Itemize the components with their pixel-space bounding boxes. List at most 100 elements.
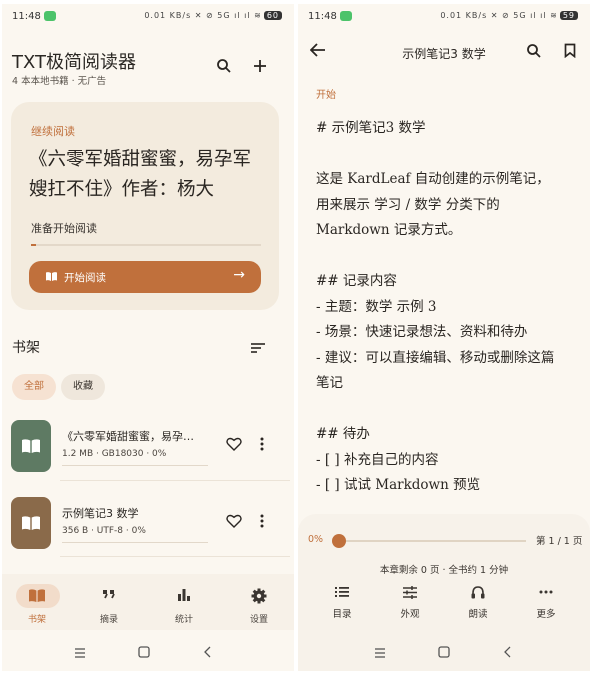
- tool-label: 更多: [536, 609, 556, 620]
- bar-chart-icon: [149, 588, 219, 601]
- content-line: - [ ] 补充自己的内容: [316, 451, 439, 468]
- more-vertical-icon[interactable]: [259, 513, 265, 532]
- nav-item-bookshelf[interactable]: 书架: [2, 574, 72, 630]
- reader-screen: 11:48 0.01 KB/s ✕ ⊘ 5G ıl ıl ≋ 59 示例笔记3 数…: [298, 4, 590, 671]
- bookmark-icon[interactable]: [564, 43, 576, 62]
- content-line: Markdown 记录方式。: [316, 222, 462, 238]
- progress-slider-track[interactable]: [336, 540, 526, 542]
- content-line: ## 记录内容: [316, 273, 397, 289]
- arrow-right-icon: →: [233, 267, 245, 283]
- book-title: 示例笔记3 数学: [62, 507, 139, 520]
- sliders-icon: [380, 586, 440, 599]
- start-reading-label: 开始阅读: [64, 272, 106, 284]
- book-progress-line: [62, 465, 208, 466]
- gear-icon: [224, 588, 294, 604]
- reader-content[interactable]: # 示例笔记3 数学这是 KardLeaf 自动创建的示例笔记， 用来展示 学习 …: [316, 116, 578, 499]
- list-divider: [60, 556, 290, 557]
- status-icons: 0.01 KB/s ✕ ⊘ 5G ıl ıl ≋ 59: [440, 11, 578, 20]
- book-cover: [11, 420, 51, 472]
- content-line: - 场景：快速记录想法、资料和待办: [316, 324, 528, 340]
- book-open-icon: [2, 588, 72, 603]
- bottom-navigation: 书架 摘录 统计 设置: [2, 574, 294, 630]
- continue-book-title: 《六零军婚甜蜜蜜，易孕军嫂扛不住》作者：杨大: [29, 149, 252, 200]
- toc-button[interactable]: 目录: [312, 582, 372, 622]
- reading-status: 准备开始阅读: [31, 222, 97, 235]
- nav-label: 统计: [174, 615, 193, 625]
- system-navigation-bar: [2, 636, 294, 666]
- progress-percent: 0%: [308, 534, 324, 545]
- favorite-heart-icon[interactable]: [226, 513, 242, 532]
- reading-progress-bar: [31, 244, 261, 246]
- chat-notification-icon: [340, 11, 352, 21]
- search-icon[interactable]: [526, 43, 542, 63]
- nav-label: 设置: [249, 615, 268, 625]
- content-line: [316, 142, 578, 168]
- remaining-info: 本章剩余 0 页 · 全书约 1 分钟: [379, 565, 509, 576]
- status-bar: 11:48 0.01 KB/s ✕ ⊘ 5G ıl ıl ≋ 59: [298, 4, 590, 28]
- app-title: TXT极简阅读器: [12, 52, 137, 73]
- home-icon[interactable]: [438, 643, 450, 662]
- home-icon[interactable]: [138, 643, 150, 662]
- app-subtitle: 4 本本地书籍 · 无广告: [12, 76, 107, 87]
- continue-reading-label: 继续阅读: [31, 125, 75, 138]
- battery-icon: 60: [263, 11, 282, 20]
- book-meta: 356 B · UTF-8 · 0%: [62, 526, 146, 536]
- search-icon[interactable]: [214, 56, 234, 76]
- nav-label: 摘录: [99, 615, 118, 625]
- tool-label: 朗读: [468, 609, 488, 620]
- chat-notification-icon: [44, 11, 56, 21]
- page-indicator: 第 1 / 1 页: [536, 536, 583, 547]
- menu-icon[interactable]: [374, 643, 386, 662]
- book-open-icon: [45, 271, 58, 285]
- more-horizontal-icon: [516, 586, 576, 598]
- progress-slider-thumb[interactable]: [332, 534, 346, 548]
- nav-item-excerpts[interactable]: 摘录: [74, 574, 144, 630]
- system-navigation-bar: [298, 636, 590, 666]
- favorite-heart-icon[interactable]: [226, 436, 242, 455]
- add-icon[interactable]: [250, 56, 270, 76]
- book-open-icon: [22, 516, 40, 530]
- content-line: - [ ] 试试 Markdown 预览: [316, 477, 481, 493]
- status-network-icons: 0.01 KB/s ✕ ⊘ 5G ıl ıl ≋: [440, 11, 558, 20]
- bookshelf-screen: 11:48 0.01 KB/s ✕ ⊘ 5G ıl ıl ≋ 60 TXT极简阅读…: [2, 4, 294, 671]
- content-line: # 示例笔记3 数学: [316, 120, 426, 136]
- read-aloud-button[interactable]: 朗读: [448, 582, 508, 622]
- start-reading-button[interactable]: 开始阅读 →: [29, 261, 261, 293]
- status-icons: 0.01 KB/s ✕ ⊘ 5G ıl ıl ≋ 60: [144, 11, 282, 20]
- back-icon[interactable]: [203, 643, 211, 662]
- book-meta: 1.2 MB · GB18030 · 0%: [62, 449, 167, 459]
- content-line: 用来展示 学习 / 数学 分类下的: [316, 196, 500, 213]
- book-title: 《六零军婚甜蜜蜜，易孕…: [62, 430, 194, 443]
- sort-icon[interactable]: [250, 339, 266, 358]
- battery-icon: 59: [559, 11, 578, 20]
- reading-progress-fill: [31, 244, 36, 246]
- menu-icon[interactable]: [74, 643, 86, 662]
- content-line: ## 待办: [316, 426, 370, 442]
- content-line: [316, 397, 578, 423]
- more-vertical-icon[interactable]: [259, 436, 265, 455]
- more-button[interactable]: 更多: [516, 582, 576, 622]
- book-progress-line: [62, 542, 208, 543]
- content-line: [316, 244, 578, 270]
- status-bar: 11:48 0.01 KB/s ✕ ⊘ 5G ıl ıl ≋ 60: [2, 4, 294, 28]
- continue-reading-card[interactable]: 继续阅读 《六零军婚甜蜜蜜，易孕军嫂扛不住》作者：杨大 准备开始阅读 开始阅读 …: [11, 102, 279, 310]
- reader-title: 示例笔记3 数学: [402, 47, 486, 61]
- appearance-button[interactable]: 外观: [380, 582, 440, 622]
- nav-item-stats[interactable]: 统计: [149, 574, 219, 630]
- status-time: 11:48: [308, 11, 337, 22]
- book-open-icon: [22, 439, 40, 453]
- tool-label: 外观: [400, 609, 420, 620]
- nav-item-settings[interactable]: 设置: [224, 574, 294, 630]
- filter-chip-all[interactable]: 全部: [12, 374, 56, 400]
- content-line: 笔记: [316, 375, 343, 391]
- content-line: - 建议：可以直接编辑、移动或删除这篇: [316, 349, 555, 366]
- status-time: 11:48: [12, 11, 41, 22]
- list-divider: [60, 480, 290, 481]
- tool-label: 目录: [332, 609, 352, 620]
- book-cover: [11, 497, 51, 549]
- content-line: 这是 KardLeaf 自动创建的示例笔记，: [316, 171, 550, 187]
- quote-icon: [74, 588, 144, 600]
- filter-chip-favorites[interactable]: 收藏: [61, 374, 105, 400]
- back-icon[interactable]: [503, 643, 511, 662]
- status-network-icons: 0.01 KB/s ✕ ⊘ 5G ıl ıl ≋: [144, 11, 262, 20]
